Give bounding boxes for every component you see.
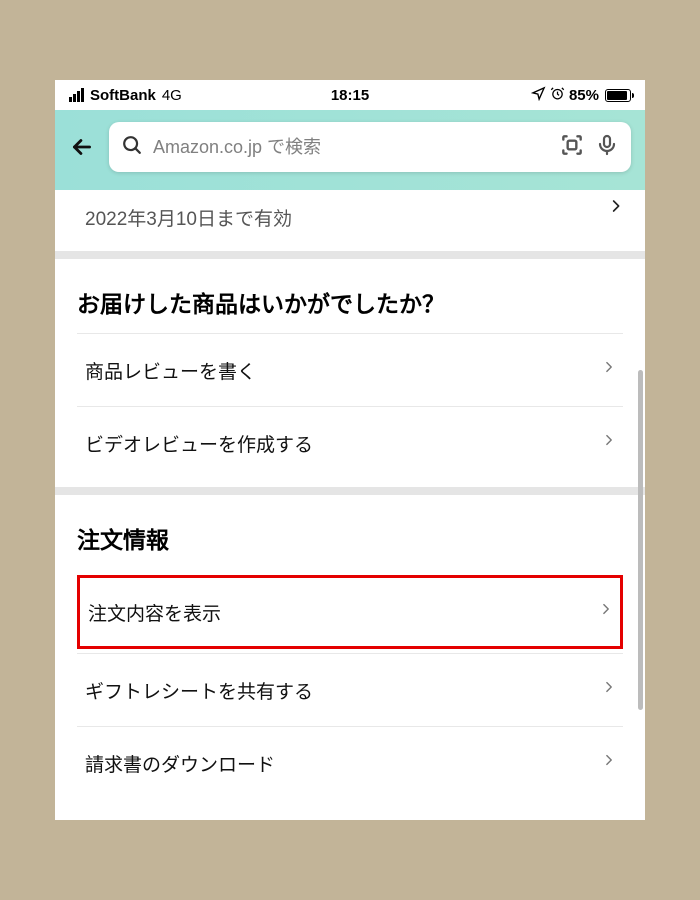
- clock: 18:15: [331, 87, 369, 104]
- download-invoice-item[interactable]: 請求書のダウンロード: [77, 726, 623, 799]
- validity-note-row[interactable]: 2022年3月10日まで有効: [55, 190, 645, 251]
- microphone-icon[interactable]: [595, 133, 619, 162]
- search-input[interactable]: [153, 137, 549, 158]
- show-order-details-item[interactable]: 注文内容を表示: [77, 575, 623, 649]
- chevron-right-icon: [599, 598, 612, 626]
- content-area: 2022年3月10日まで有効 お届けした商品はいかがでしたか？ 商品レビューを書…: [55, 190, 645, 799]
- battery-icon: [605, 89, 631, 102]
- divider: [55, 251, 645, 259]
- chevron-right-icon: [602, 749, 615, 777]
- search-icon: [121, 134, 143, 161]
- create-video-review-item[interactable]: ビデオレビューを作成する: [77, 406, 623, 479]
- location-icon: [531, 86, 546, 105]
- write-review-label: 商品レビューを書く: [85, 357, 256, 384]
- status-bar: SoftBank 4G 18:15 85%: [55, 80, 645, 110]
- search-header: [55, 110, 645, 190]
- chevron-right-icon: [602, 676, 615, 704]
- network-label: 4G: [162, 87, 182, 104]
- carrier-label: SoftBank: [90, 87, 156, 104]
- share-gift-receipt-label: ギフトレシートを共有する: [85, 677, 313, 704]
- chevron-right-icon: [602, 429, 615, 457]
- divider: [55, 487, 645, 495]
- scan-icon[interactable]: [559, 132, 585, 163]
- create-video-review-label: ビデオレビューを作成する: [85, 430, 313, 457]
- download-invoice-label: 請求書のダウンロード: [85, 750, 275, 777]
- scrollbar[interactable]: [638, 370, 643, 710]
- order-info-section-title: 注文情報: [55, 495, 645, 569]
- validity-note-text: 2022年3月10日まで有効: [85, 204, 292, 231]
- alarm-icon: [550, 86, 565, 105]
- back-button[interactable]: [65, 134, 99, 160]
- search-box[interactable]: [109, 122, 631, 172]
- feedback-section-title: お届けした商品はいかがでしたか？: [55, 259, 645, 333]
- chevron-right-icon: [602, 356, 615, 384]
- write-review-item[interactable]: 商品レビューを書く: [77, 333, 623, 406]
- chevron-right-icon: [608, 194, 623, 224]
- battery-pct: 85%: [569, 87, 599, 104]
- signal-icon: [69, 88, 84, 102]
- show-order-details-label: 注文内容を表示: [88, 599, 221, 626]
- share-gift-receipt-item[interactable]: ギフトレシートを共有する: [77, 653, 623, 726]
